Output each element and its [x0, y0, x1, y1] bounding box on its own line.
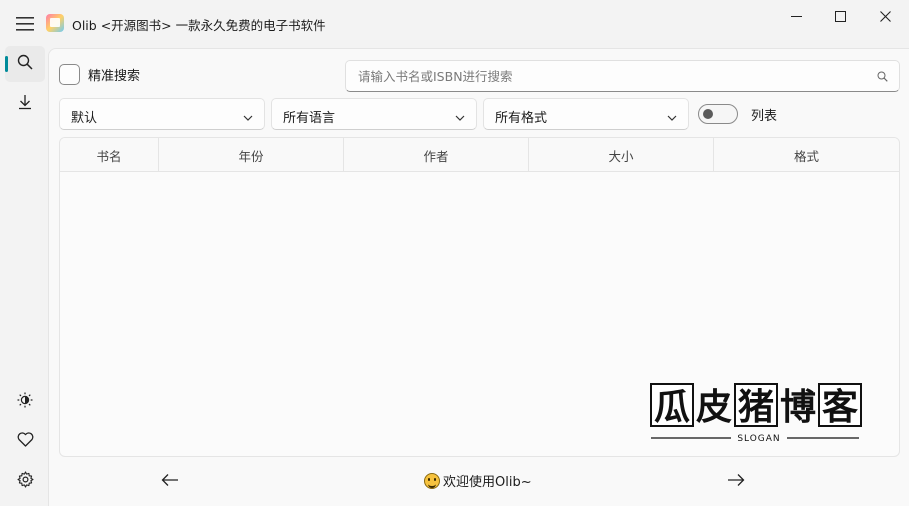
svg-text:SLOGAN: SLOGAN: [737, 434, 780, 444]
welcome-message: 欢迎使用Olib~: [424, 471, 532, 490]
format-dropdown-value: 所有格式: [495, 111, 548, 126]
close-icon[interactable]: [862, 0, 908, 32]
svg-text:博: 博: [780, 386, 816, 428]
toggle-knob: [703, 109, 713, 119]
sidebar-item-theme[interactable]: [5, 384, 45, 420]
column-header-author[interactable]: 作者: [344, 138, 529, 172]
gear-icon: [16, 470, 34, 492]
checkbox-box[interactable]: [59, 64, 80, 85]
language-dropdown[interactable]: 所有语言: [271, 98, 477, 130]
column-header-format[interactable]: 格式: [714, 138, 899, 172]
sort-dropdown[interactable]: 默认: [59, 98, 265, 130]
active-nav-indicator: [5, 56, 8, 72]
arrow-right-icon: [727, 472, 745, 491]
column-header-size[interactable]: 大小: [529, 138, 714, 172]
exact-search-checkbox[interactable]: 精准搜索: [59, 64, 140, 85]
column-header-year[interactable]: 年份: [159, 138, 344, 172]
smiley-icon: [424, 472, 440, 489]
search-icon: [17, 54, 33, 74]
chevron-down-icon: [454, 109, 466, 121]
sidebar-item-settings[interactable]: [5, 463, 45, 499]
table-header: 书名 年份 作者 大小 格式: [60, 138, 899, 172]
heart-icon: [17, 431, 34, 451]
list-view-toggle[interactable]: 列表: [698, 104, 777, 124]
watermark-logo: 瓜 皮 猪 博 客 SLOGAN: [639, 383, 865, 447]
download-icon: [17, 94, 33, 114]
chevron-down-icon: [666, 109, 678, 121]
svg-text:猪: 猪: [738, 386, 774, 428]
prev-page-button[interactable]: [157, 469, 183, 493]
hamburger-menu-icon[interactable]: [8, 8, 42, 40]
list-view-label: 列表: [751, 108, 778, 124]
window-title: Olib <开源图书> 一款永久免费的电子书软件: [72, 18, 326, 33]
welcome-text: 欢迎使用Olib~: [443, 475, 532, 490]
svg-text:皮: 皮: [696, 386, 732, 428]
title-bar: Olib <开源图书> 一款永久免费的电子书软件: [0, 0, 909, 48]
exact-search-label: 精准搜索: [88, 69, 141, 84]
next-page-button[interactable]: [723, 469, 749, 493]
minimize-icon[interactable]: [773, 0, 819, 32]
arrow-left-icon: [161, 472, 179, 491]
search-submit-icon[interactable]: [875, 69, 889, 83]
chevron-down-icon: [242, 109, 254, 121]
svg-text:客: 客: [822, 386, 858, 428]
sidebar-item-search[interactable]: [5, 46, 45, 82]
sidebar-item-favorites[interactable]: [5, 423, 45, 459]
column-header-title[interactable]: 书名: [60, 138, 159, 172]
search-input[interactable]: [346, 61, 866, 91]
brightness-icon: [17, 392, 33, 412]
language-dropdown-value: 所有语言: [283, 111, 336, 126]
main-panel: 精准搜索 默认 所有语言 所有格式 列表 书名 年份 作者 大小: [48, 48, 909, 506]
sidebar-item-download[interactable]: [5, 86, 45, 122]
app-logo-icon: [46, 14, 64, 32]
search-box[interactable]: [345, 60, 900, 92]
sort-dropdown-value: 默认: [71, 111, 98, 126]
svg-text:瓜: 瓜: [654, 386, 690, 428]
maximize-icon[interactable]: [817, 0, 863, 32]
toggle-switch[interactable]: [698, 104, 738, 124]
format-dropdown[interactable]: 所有格式: [483, 98, 689, 130]
